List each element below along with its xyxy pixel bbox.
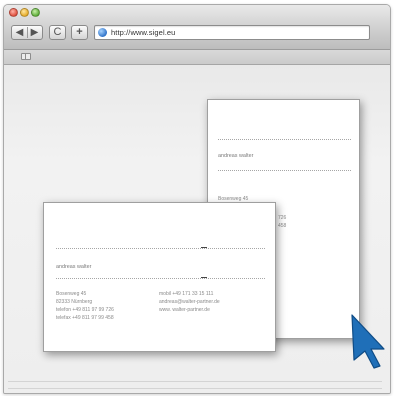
card-website-line: www. walter-partner.de	[159, 307, 210, 313]
rule-tick	[201, 247, 207, 248]
dotted-rule	[56, 248, 265, 249]
card-partial-line: 726	[278, 215, 287, 221]
card-email-line: andreas@walter-partner.de	[159, 299, 220, 305]
dotted-rule	[218, 170, 351, 171]
url-text: http://www.sigel.eu	[111, 28, 176, 37]
button-divider	[27, 27, 28, 38]
dotted-rule	[56, 278, 265, 279]
card-partial-line: 458	[278, 223, 287, 229]
business-card-front[interactable]: andreas walter Bosenweg 45 82333 Nürnber…	[43, 202, 276, 352]
globe-icon	[98, 28, 107, 37]
card-city-line: 82333 Nürnberg	[56, 299, 93, 305]
rule-tick	[201, 277, 207, 278]
bookmarks-bar	[4, 50, 390, 65]
bookmarks-icon[interactable]	[21, 53, 31, 60]
back-forward-buttons: ◀ ▶	[11, 25, 43, 40]
forward-icon[interactable]: ▶	[27, 26, 42, 39]
card-address-line: Bosenweg 45	[56, 291, 87, 297]
horizontal-scrollbar[interactable]	[8, 381, 382, 389]
dotted-rule	[218, 139, 351, 140]
browser-toolbar: ◀ ▶ C + http://www.sigel.eu	[4, 5, 390, 50]
add-tab-icon[interactable]: +	[71, 25, 88, 40]
back-icon[interactable]: ◀	[12, 26, 27, 39]
mouse-pointer-icon	[351, 314, 385, 369]
card-mobile-line: mobil +49 171 33 15 111	[159, 291, 214, 297]
card-name: andreas walter	[218, 153, 254, 159]
reload-icon[interactable]: C	[49, 25, 66, 40]
card-name: andreas walter	[56, 264, 92, 270]
minimize-window-button[interactable]	[20, 8, 29, 17]
card-fax-line: telefax +49 811 97 99 458	[56, 315, 114, 321]
zoom-window-button[interactable]	[31, 8, 40, 17]
address-bar[interactable]: http://www.sigel.eu	[94, 25, 370, 40]
card-phone-line: telefon +49 811 97 99 726	[56, 307, 114, 313]
close-window-button[interactable]	[9, 8, 18, 17]
